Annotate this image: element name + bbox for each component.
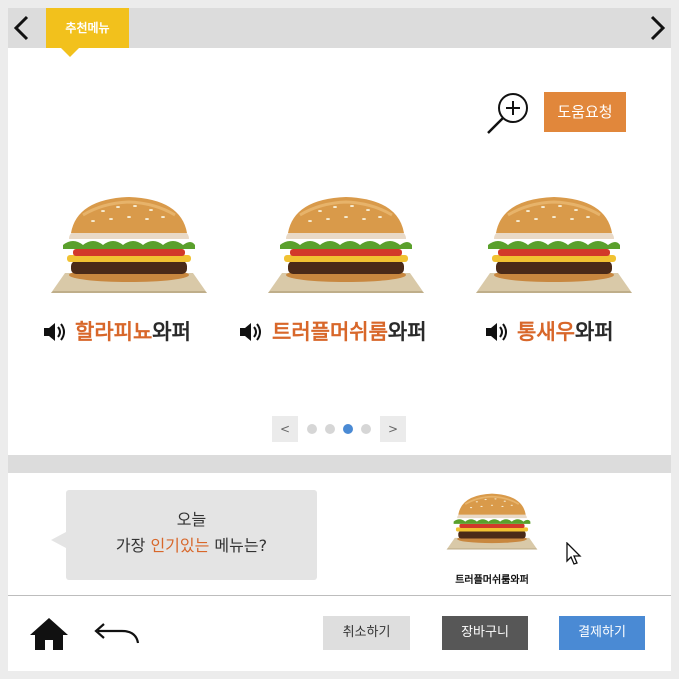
burger-image [260,193,432,295]
section-divider [8,455,671,473]
bubble-text-pre: 가장 [115,536,151,555]
footer-divider [8,595,671,596]
recommended-burger-image[interactable] [442,486,542,556]
recommend-bubble: 오늘 가장 인기있는 메뉴는? [66,490,317,580]
menu-item-label: 통새우와퍼 [463,315,663,349]
menu-item-truffle-mushroom-whopper[interactable]: 트러플머쉬룸와퍼 [234,193,464,344]
bubble-text-highlight: 인기있는 [150,536,210,555]
tag-pointer [61,48,79,57]
bubble-text-line1: 오늘 [176,510,207,529]
bubble-tail [51,532,66,548]
top-bar: 추천메뉴 [8,8,671,57]
help-request-button[interactable]: 도움요청 [544,92,626,132]
page-prev-button[interactable]: < [272,416,298,442]
bubble-text-post: 메뉴는? [209,536,268,555]
burger-image [43,193,215,295]
kiosk-screen: 추천메뉴 도움요청 할라피뇨와퍼 트러플머쉬룸와퍼 통새우와퍼 < > 오늘 가… [8,8,671,671]
menu-item-label: 할라피뇨와퍼 [33,315,233,349]
burger-image [468,193,640,295]
speaker-icon[interactable] [43,321,67,343]
chevron-right-icon[interactable] [645,14,669,42]
cart-button[interactable]: 장바구니 [442,616,528,650]
zoom-in-icon[interactable] [485,90,531,136]
home-icon[interactable] [28,616,70,652]
pagination: < > [272,416,406,442]
page-dot[interactable] [325,424,335,434]
back-arrow-icon[interactable] [92,621,140,649]
cancel-button[interactable]: 취소하기 [323,616,410,650]
page-dot[interactable] [307,424,317,434]
mouse-cursor-icon [566,542,582,565]
menu-name-highlight: 할라피뇨 [75,320,153,344]
page-dot-active[interactable] [343,424,353,434]
menu-name-highlight: 트러플머쉬룸 [272,320,388,344]
category-tag: 추천메뉴 [46,8,129,48]
menu-item-shrimp-whopper[interactable]: 통새우와퍼 [463,193,663,344]
menu-item-label: 트러플머쉬룸와퍼 [234,315,464,349]
page-next-button[interactable]: > [380,416,406,442]
speaker-icon[interactable] [239,321,263,343]
recommended-item-label: 트러플머쉬룸와퍼 [455,575,529,586]
menu-name-highlight: 통새우 [517,320,575,344]
menu-name-suffix: 와퍼 [152,320,191,344]
chevron-left-icon[interactable] [10,14,34,42]
menu-item-jalapeno-whopper[interactable]: 할라피뇨와퍼 [33,193,233,344]
speaker-icon[interactable] [485,321,509,343]
page-dot[interactable] [361,424,371,434]
menu-name-suffix: 와퍼 [387,320,427,344]
checkout-button[interactable]: 결제하기 [559,616,645,650]
bubble-text-line2: 가장 인기있는 메뉴는? [66,532,317,556]
menu-name-suffix: 와퍼 [574,320,614,344]
